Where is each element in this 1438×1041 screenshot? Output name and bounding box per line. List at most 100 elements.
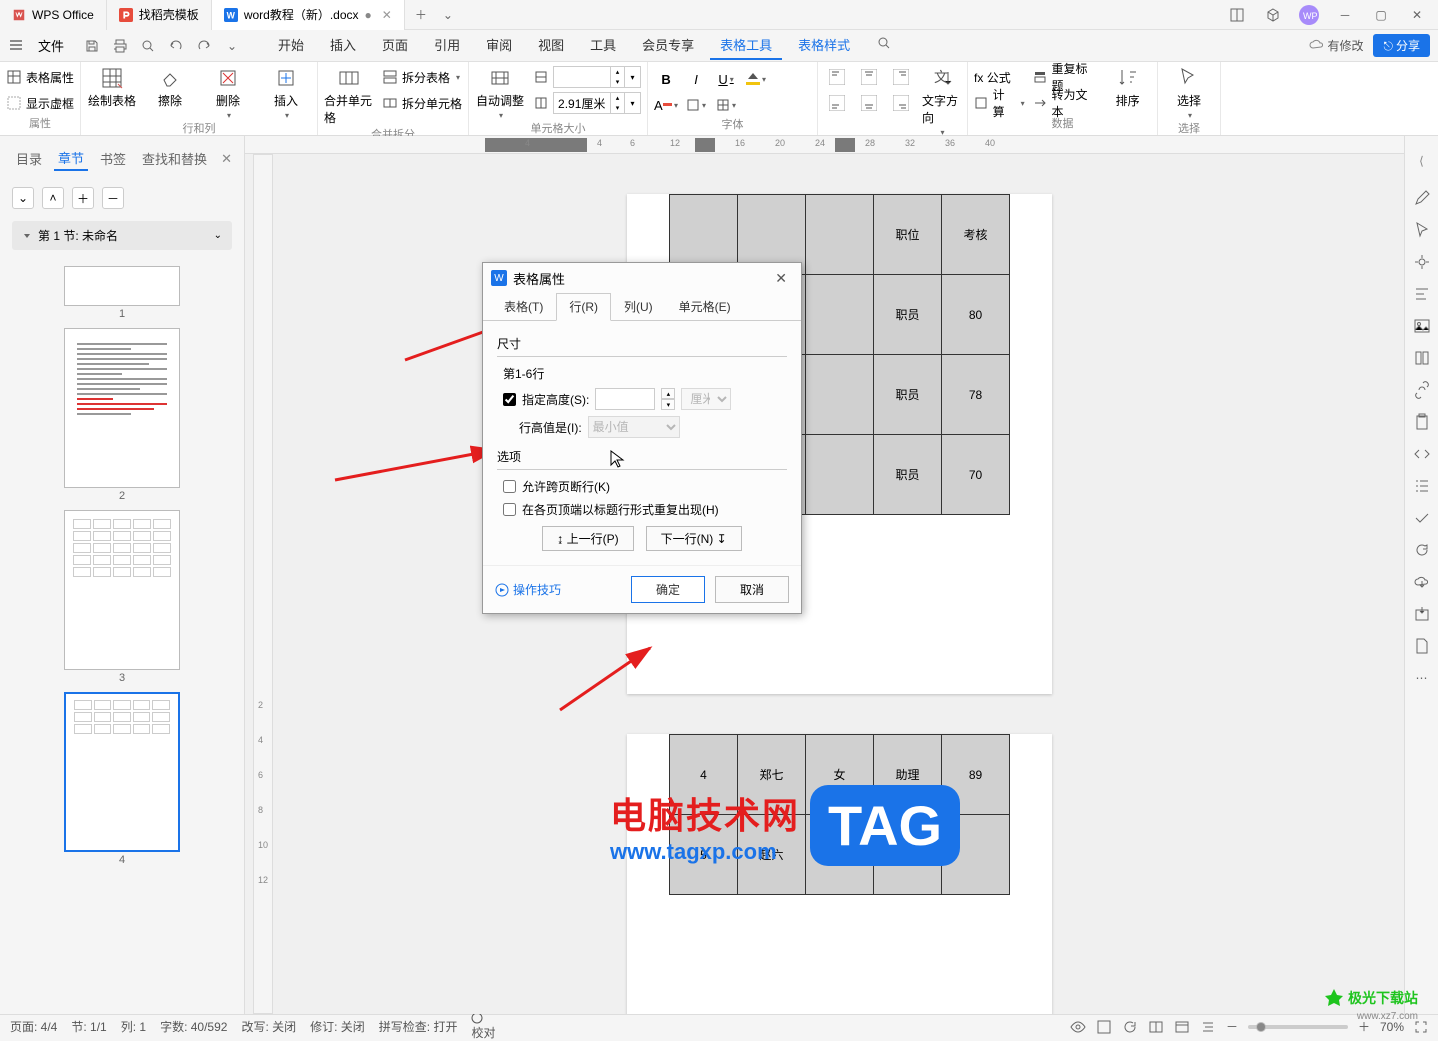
outline-view-icon[interactable] <box>1200 1019 1216 1035</box>
nav-remove-button[interactable]: － <box>102 187 124 209</box>
status-track[interactable]: 修订: 关闭 <box>310 1018 365 1035</box>
cloud-save-icon[interactable] <box>1412 572 1432 592</box>
panel-toggle-icon[interactable] <box>1224 2 1250 28</box>
prev-row-button[interactable]: ↨ 上一行(P) <box>542 526 633 551</box>
nav-close-icon[interactable]: ✕ <box>221 151 232 167</box>
document-page-4[interactable]: 4郑七女助理89 5赵六男职员 <box>627 734 1052 1014</box>
delete-button[interactable]: 删除▾ <box>203 64 253 120</box>
repeat-header-button[interactable]: 重复标题 <box>1033 66 1097 88</box>
status-chars[interactable]: 字数: 40/592 <box>160 1018 227 1035</box>
code-icon[interactable] <box>1412 444 1432 464</box>
highlight-button[interactable]: ▾ <box>684 94 708 116</box>
file-menu[interactable]: 文件 <box>32 36 70 55</box>
tab-page[interactable]: 页面 <box>372 31 418 60</box>
height-spin-up[interactable]: ▴ <box>661 388 675 399</box>
page-thumb-2[interactable]: 2 <box>64 328 180 502</box>
page-thumb-1[interactable]: 1 <box>64 266 180 320</box>
cube-icon[interactable] <box>1260 2 1286 28</box>
font-color-button[interactable]: A▾ <box>654 94 678 116</box>
row-height-input[interactable]: ▴▾▾ <box>533 66 641 88</box>
collapse-sidebar-icon[interactable]: ⟨ <box>1416 146 1428 176</box>
allow-page-break-checkbox[interactable] <box>503 480 516 493</box>
tab-tools[interactable]: 工具 <box>580 31 626 60</box>
app-menu-icon[interactable] <box>8 37 26 55</box>
select-button[interactable]: 选择▾ <box>1164 64 1214 120</box>
tab-view[interactable]: 视图 <box>528 31 574 60</box>
tab-reference[interactable]: 引用 <box>424 31 470 60</box>
web-view-icon[interactable] <box>1174 1019 1190 1035</box>
template-tab[interactable]: 找稻壳模板 <box>107 0 212 30</box>
pencil-icon[interactable] <box>1412 188 1432 208</box>
split-cells-button[interactable]: 拆分单元格 <box>382 92 462 114</box>
nav-add-button[interactable]: ＋ <box>72 187 94 209</box>
book-icon[interactable] <box>1412 348 1432 368</box>
dialog-tab-column[interactable]: 列(U) <box>611 293 666 320</box>
height-field[interactable] <box>553 66 611 88</box>
height-input[interactable] <box>595 388 655 410</box>
status-page[interactable]: 页面: 4/4 <box>10 1018 57 1035</box>
status-column[interactable]: 列: 1 <box>121 1018 146 1035</box>
dialog-tab-table[interactable]: 表格(T) <box>491 293 556 320</box>
ok-button[interactable]: 确定 <box>631 576 705 603</box>
calculate-button[interactable]: 计算▾ <box>974 92 1025 114</box>
erase-button[interactable]: 擦除 <box>145 64 195 109</box>
page-layout-view-icon[interactable] <box>1096 1019 1112 1035</box>
underline-button[interactable]: U ▾ <box>714 68 738 90</box>
maximize-button[interactable]: ▢ <box>1368 2 1394 28</box>
close-tab-icon[interactable]: ✕ <box>382 8 392 22</box>
convert-text-button[interactable]: 转为文本 <box>1033 92 1097 114</box>
undo-icon[interactable] <box>166 36 186 56</box>
list-icon[interactable] <box>1412 476 1432 496</box>
redo-icon[interactable] <box>194 36 214 56</box>
nav-tab-toc[interactable]: 目录 <box>12 147 46 170</box>
refresh-icon[interactable] <box>1412 540 1432 560</box>
borders-button[interactable]: ▾ <box>714 94 738 116</box>
sort-button[interactable]: 排序 <box>1104 64 1151 109</box>
page-thumb-4[interactable]: 4 <box>64 692 180 866</box>
operation-tips-link[interactable]: 操作技巧 <box>495 581 561 598</box>
vertical-ruler[interactable]: 2 4 6 8 10 12 <box>253 154 273 1014</box>
align-bl[interactable] <box>824 92 850 114</box>
align-bc[interactable] <box>856 92 882 114</box>
tab-list-dropdown[interactable]: ⌄ <box>437 8 459 22</box>
save-icon[interactable] <box>82 36 102 56</box>
share-button[interactable]: ⎋分享 <box>1373 34 1430 57</box>
close-window-button[interactable]: ✕ <box>1404 2 1430 28</box>
nav-tab-bookmarks[interactable]: 书签 <box>96 147 130 170</box>
status-overwrite[interactable]: 改写: 关闭 <box>241 1018 296 1035</box>
status-spell[interactable]: 拼写检查: 打开 <box>379 1018 458 1035</box>
user-avatar[interactable]: WP <box>1296 2 1322 28</box>
bold-button[interactable]: B <box>654 68 678 90</box>
insert-button[interactable]: 插入▾ <box>261 64 311 120</box>
settings-icon[interactable] <box>1412 252 1432 272</box>
tab-start[interactable]: 开始 <box>268 31 314 60</box>
width-field[interactable] <box>553 92 611 114</box>
new-tab-button[interactable]: ＋ <box>405 6 437 23</box>
formula-button[interactable]: fx 公式 <box>974 66 1025 88</box>
styles-icon[interactable] <box>1412 284 1432 304</box>
nav-collapse-button[interactable]: ⌄ <box>12 187 34 209</box>
align-tl[interactable] <box>824 66 850 88</box>
has-changes-indicator[interactable]: 有修改 <box>1309 37 1363 54</box>
autofit-button[interactable]: 自动调整▾ <box>475 64 525 120</box>
dialog-tab-row[interactable]: 行(R) <box>556 293 611 321</box>
status-proof[interactable]: 校对 <box>471 1012 495 1041</box>
repeat-header-checkbox[interactable] <box>503 503 516 516</box>
link-icon[interactable] <box>1412 380 1432 400</box>
page-thumb-3[interactable]: 3 <box>64 510 180 684</box>
table-properties-button[interactable]: 表格属性 <box>6 66 74 88</box>
qat-dropdown-icon[interactable]: ⌄ <box>222 36 242 56</box>
align-tc[interactable] <box>856 66 882 88</box>
search-icon[interactable] <box>866 31 902 60</box>
nav-tab-sections[interactable]: 章节 <box>54 146 88 171</box>
status-section[interactable]: 节: 1/1 <box>71 1018 106 1035</box>
minimize-button[interactable]: ─ <box>1332 2 1358 28</box>
tab-table-style[interactable]: 表格样式 <box>788 31 860 60</box>
dialog-close-button[interactable]: ✕ <box>769 268 793 289</box>
check-icon[interactable] <box>1412 508 1432 528</box>
print-preview-icon[interactable] <box>138 36 158 56</box>
height-spin-down[interactable]: ▾ <box>661 399 675 410</box>
reading-view-icon[interactable] <box>1148 1019 1164 1035</box>
draw-table-button[interactable]: 绘制表格 <box>87 64 137 109</box>
shading-button[interactable]: ▾ <box>744 68 768 90</box>
